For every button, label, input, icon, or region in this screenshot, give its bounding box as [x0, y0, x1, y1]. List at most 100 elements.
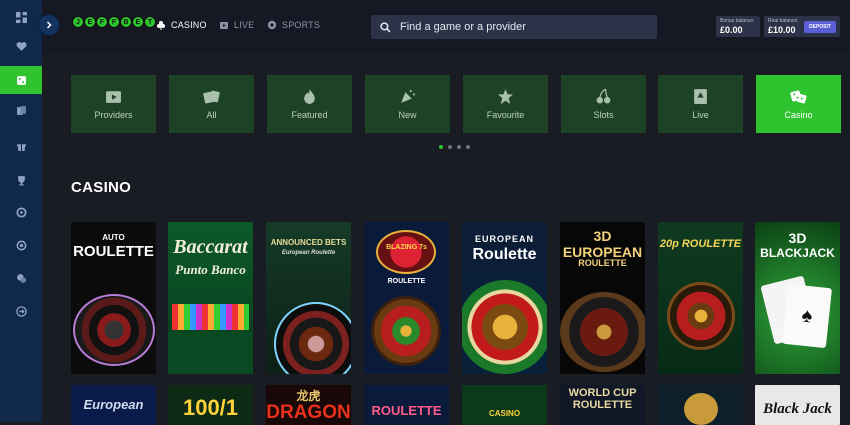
game-title-line2: ROULETTE: [387, 278, 426, 285]
game-tile-announced-bets[interactable]: ANNOUNCED BETS European Roulette: [266, 222, 351, 374]
game-title-line2: European Roulette: [281, 250, 336, 256]
play-window-icon: [106, 91, 121, 103]
logout-arrow-icon: [15, 305, 27, 317]
logo-letter: T: [144, 16, 156, 28]
nav-sports[interactable]: SPORTS: [267, 20, 320, 30]
game-title-line1: 3D: [788, 230, 807, 246]
nav-sports-label: SPORTS: [282, 20, 321, 30]
casino-chip-icon: [16, 75, 26, 85]
game-title-line1: 20p ROULETTE: [659, 238, 742, 250]
nav-casino-label: CASINO: [171, 20, 207, 30]
nav-live[interactable]: LIVE: [219, 20, 254, 30]
roulette-wheel-image: [371, 296, 441, 366]
category-casino[interactable]: Casino: [756, 75, 841, 133]
game-title-line2: ROULETTE: [73, 243, 154, 260]
game-tile-3d-european-roulette[interactable]: 3D EUROPEAN ROULETTE: [560, 222, 645, 374]
roulette-wheel-image: [274, 302, 351, 374]
gear-icon: [15, 206, 27, 218]
live-cards-icon: [16, 105, 26, 115]
game-tile-dragon[interactable]: 龙虎 DRAGON: [266, 385, 351, 425]
gift-icon: [16, 143, 26, 151]
carousel-dot[interactable]: [439, 145, 443, 149]
party-popper-icon: [401, 90, 415, 103]
category-featured[interactable]: Featured: [267, 75, 352, 133]
table-felt-image: [168, 332, 253, 374]
game-tile-casino[interactable]: CASINO: [462, 385, 547, 425]
category-live[interactable]: Live: [658, 75, 743, 133]
sidebar-item-live[interactable]: [0, 98, 42, 122]
chevron-right-icon: [46, 21, 52, 29]
roulette-wheel-image: [73, 294, 155, 366]
brand-logo[interactable]: J E F F B E T: [72, 16, 156, 34]
club-icon: [157, 21, 165, 30]
bonus-balance-label: Bonus balance:: [720, 18, 755, 24]
sidebar-item-tournaments[interactable]: [0, 168, 42, 192]
carousel-dot[interactable]: [457, 145, 461, 149]
game-tile-baccarat[interactable]: Baccarat Punto Banco: [168, 222, 253, 374]
carousel-dot[interactable]: [466, 145, 470, 149]
category-providers[interactable]: Providers: [71, 75, 156, 133]
football-icon: [267, 20, 277, 30]
live-tv-icon: [220, 22, 228, 29]
game-title-line1: ANNOUNCED BETS: [270, 238, 347, 247]
sidebar-item-logout[interactable]: [0, 299, 42, 323]
category-label: New: [398, 110, 417, 120]
flame-icon: [304, 89, 315, 104]
logo-letter: B: [120, 16, 132, 28]
logo-letter: F: [96, 16, 108, 28]
sidebar-item-casino[interactable]: [0, 66, 42, 94]
game-tile-100-1[interactable]: 100/1: [168, 385, 253, 425]
logo-letter: J: [72, 16, 84, 28]
sidebar-item-promotions[interactable]: [0, 134, 42, 158]
game-title-line2: ROULETTE: [578, 258, 627, 268]
trophy-icon: [17, 175, 25, 185]
logo-letter: E: [84, 16, 96, 28]
category-slots[interactable]: Slots: [561, 75, 646, 133]
carousel-dot[interactable]: [448, 145, 452, 149]
game-title-line2: Roulette: [472, 246, 537, 263]
category-all[interactable]: All: [169, 75, 254, 133]
sidebar-item-favourites[interactable]: [0, 34, 42, 58]
heart-icon: [16, 41, 26, 51]
sidebar-item-support[interactable]: [0, 266, 42, 290]
sidebar-item-account[interactable]: [0, 233, 42, 257]
game-title-line1: 3D EUROPEAN: [562, 228, 643, 260]
game-title: DRAGON: [266, 402, 351, 423]
sidebar-item-settings[interactable]: [0, 200, 42, 224]
game-title-line1: Baccarat: [173, 236, 248, 258]
game-tile-black-jack[interactable]: Black Jack: [755, 385, 840, 425]
category-new[interactable]: New: [365, 75, 450, 133]
game-title: ROULETTE: [371, 403, 442, 418]
search-input[interactable]: Find a game or a provider: [371, 15, 657, 39]
game-title-line2: BLACKJACK: [760, 246, 835, 260]
game-title-line2: Punto Banco: [175, 262, 246, 277]
game-tile-20p-roulette[interactable]: 20p ROULETTE: [658, 222, 743, 374]
game-tile-blazing-7s[interactable]: BLAZING 7s ROULETTE: [364, 222, 449, 374]
game-tile-european-roulette[interactable]: EUROPEAN Roulette: [462, 222, 547, 374]
roulette-wheel-image: [667, 282, 735, 350]
nav-casino[interactable]: CASINO: [156, 20, 207, 30]
game-tile-golden-dragon[interactable]: [658, 385, 743, 425]
cherries-icon: [596, 88, 611, 104]
carousel-pagination: [439, 145, 475, 149]
game-tile-auto-roulette[interactable]: AUTO ROULETTE: [71, 222, 156, 374]
game-title-line1: AUTO: [102, 233, 125, 242]
game-tile-european[interactable]: European: [71, 385, 156, 425]
nav-live-label: LIVE: [234, 20, 255, 30]
deposit-button[interactable]: DEPOSIT: [804, 21, 836, 33]
chat-icon: [16, 273, 26, 283]
category-favourite[interactable]: Favourite: [463, 75, 548, 133]
game-tile-roulette[interactable]: ROULETTE: [364, 385, 449, 425]
sidebar-item-dashboard[interactable]: [0, 5, 42, 29]
game-tile-3d-blackjack[interactable]: 3D BLACKJACK ♠: [755, 222, 840, 374]
sidebar-toggle-button[interactable]: [38, 14, 60, 36]
search-icon: [380, 21, 391, 32]
game-title: Black Jack: [763, 401, 832, 417]
game-title: WORLD CUP ROULETTE: [568, 387, 637, 411]
target-icon: [16, 240, 26, 250]
chip-stacks-image: [172, 304, 249, 330]
game-tile-world-cup-roulette[interactable]: WORLD CUP ROULETTE: [560, 385, 645, 425]
cards-icon: [203, 90, 220, 104]
category-label: Favourite: [486, 110, 525, 120]
roulette-wheel-image: [462, 280, 547, 374]
